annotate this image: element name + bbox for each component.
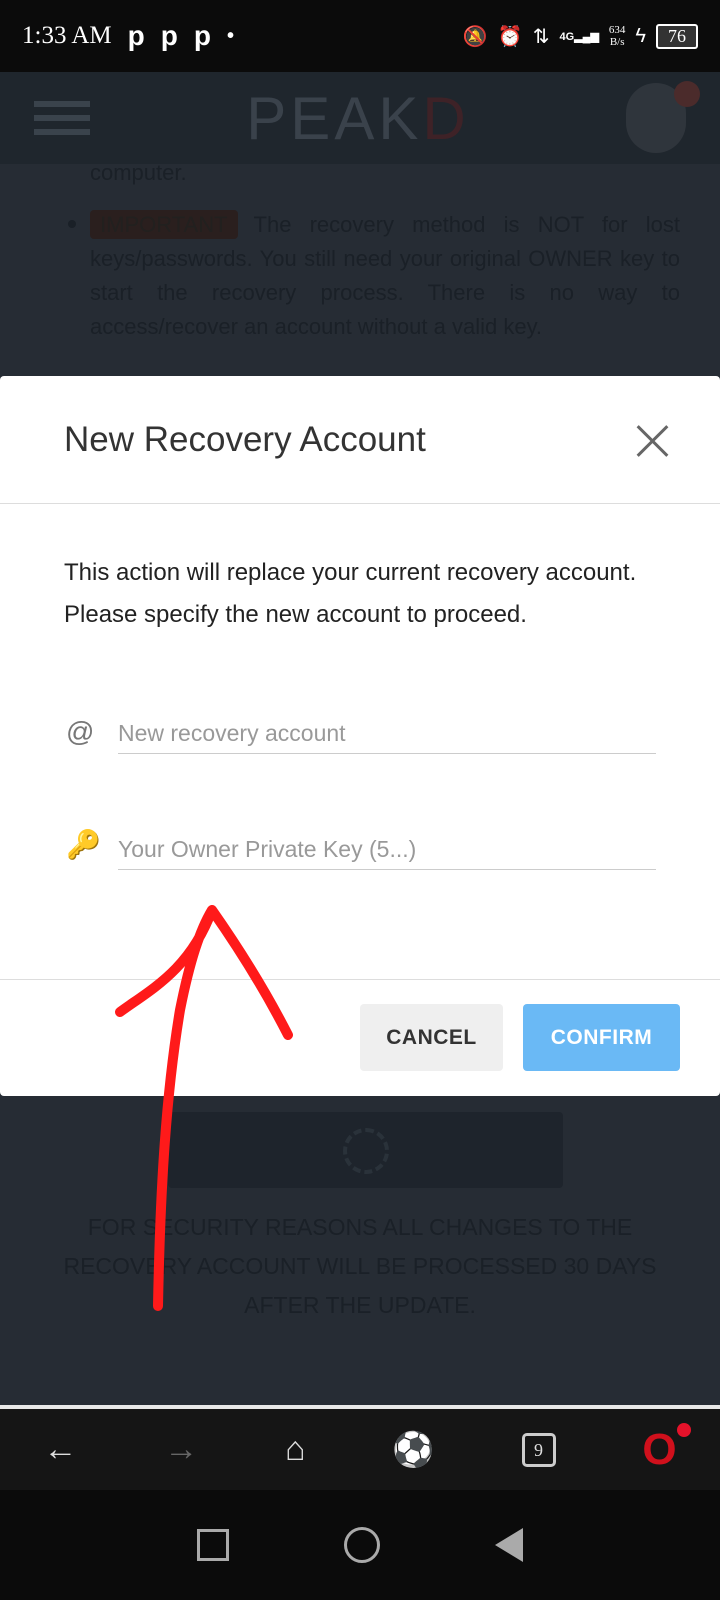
notification-icon: p — [160, 20, 178, 51]
browser-toolbar: ← → ⌂ ⚽ 9 O — [0, 1405, 720, 1490]
clock: 1:33 AM — [22, 22, 112, 49]
security-notice: FOR SECURITY REASONS ALL CHANGES TO THE … — [63, 1214, 657, 1318]
logo[interactable]: PEAKD — [246, 84, 469, 153]
confirm-button[interactable]: CONFIRM — [523, 1004, 680, 1071]
back-triangle-icon[interactable] — [494, 1528, 523, 1562]
divider — [0, 979, 720, 980]
forward-icon[interactable]: → — [164, 1430, 198, 1469]
tabs-button[interactable]: 9 — [521, 1432, 556, 1467]
system-nav-bar — [0, 1490, 720, 1600]
divider — [0, 503, 720, 504]
battery-level: 76 — [656, 23, 698, 49]
recovery-account-input[interactable] — [118, 714, 656, 754]
important-note: IMPORTANT The recovery method is NOT for … — [90, 210, 680, 339]
cancel-button[interactable]: CANCEL — [360, 1004, 503, 1071]
avatar[interactable] — [625, 81, 700, 153]
notification-icon: p — [193, 20, 211, 51]
network-speed: 634 B/s — [608, 24, 626, 48]
football-icon[interactable]: ⚽ — [392, 1430, 434, 1470]
recents-icon[interactable] — [197, 1529, 230, 1561]
owner-key-input[interactable] — [118, 830, 656, 870]
charging-icon: ϟ — [635, 24, 646, 47]
key-icon: 🔑 — [66, 829, 101, 860]
spinner-icon — [343, 1128, 389, 1174]
notification-icon: p — [127, 20, 145, 51]
status-bar: 1:33 AM p p p • 🔕 ⏰ ⇅ 4G▂▄▆ 634 B/s ϟ 76 — [0, 0, 720, 72]
signal-icon: 4G▂▄▆ — [559, 30, 599, 43]
recovery-account-modal: New Recovery Account This action will re… — [0, 376, 720, 1096]
home-icon[interactable]: ⌂ — [285, 1430, 306, 1469]
back-icon[interactable]: ← — [43, 1430, 77, 1469]
site-header: PEAKD — [0, 72, 720, 164]
alarm-icon: ⏰ — [497, 25, 523, 48]
bullet — [68, 220, 76, 228]
at-icon: @ — [66, 716, 95, 747]
data-transfer-icon: ⇅ — [532, 25, 550, 48]
important-badge: IMPORTANT — [90, 210, 238, 239]
opera-menu-icon[interactable]: O — [642, 1422, 691, 1475]
modal-description: This action will replace your current re… — [64, 559, 637, 628]
more-notifications-dot-icon: • — [226, 24, 234, 47]
bell-off-icon: 🔕 — [462, 25, 488, 48]
menu-icon[interactable] — [34, 93, 90, 143]
home-circle-icon[interactable] — [343, 1527, 380, 1563]
background-text: computer. — [90, 160, 187, 185]
close-icon[interactable] — [636, 424, 670, 458]
modal-title: New Recovery Account — [64, 420, 426, 459]
notification-badge — [673, 81, 700, 107]
